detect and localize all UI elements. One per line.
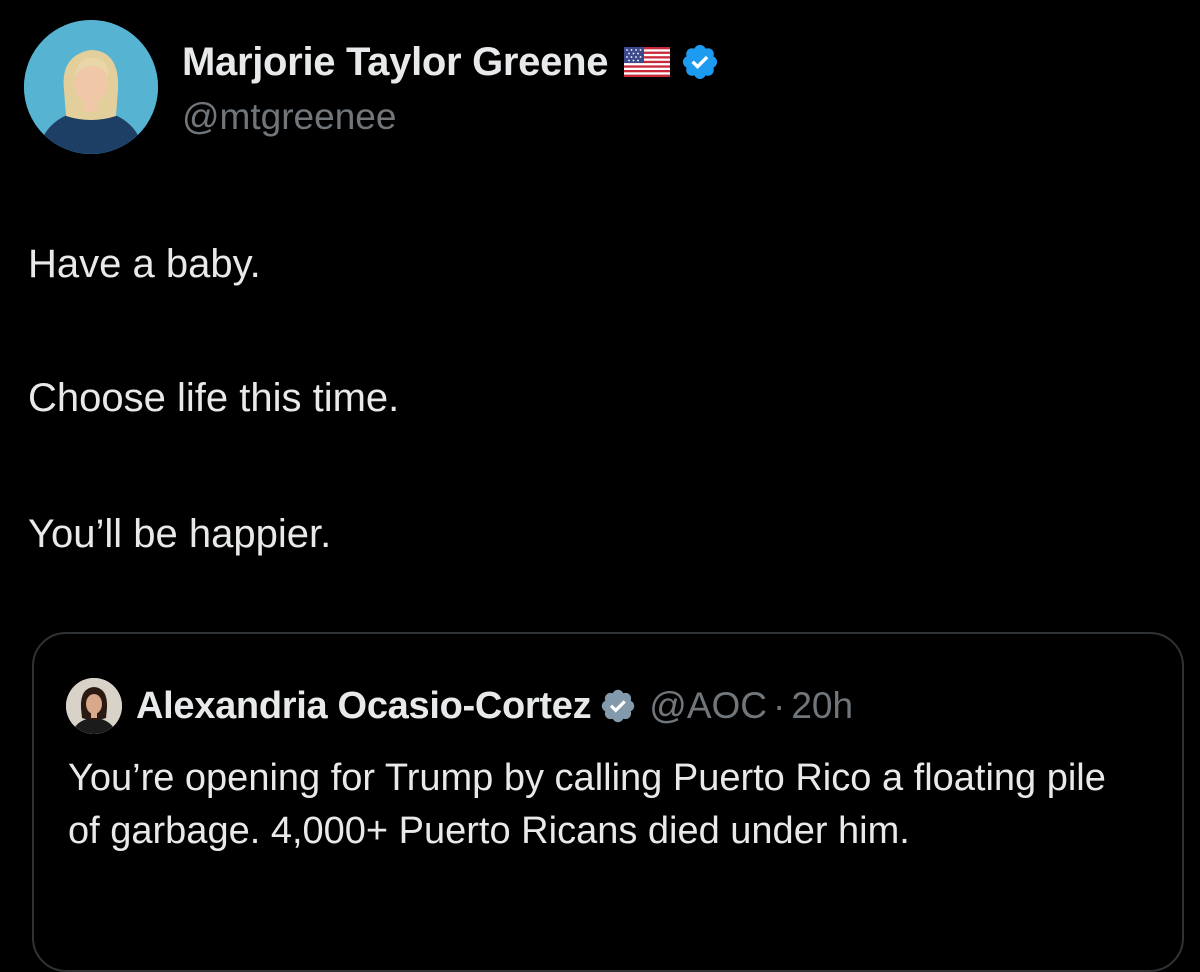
author-handle[interactable]: @mtgreenee bbox=[182, 96, 396, 138]
quoted-author-handle[interactable]: @AOC bbox=[649, 685, 767, 727]
author-display-name[interactable]: Marjorie Taylor Greene bbox=[182, 40, 608, 85]
author-name-row: Marjorie Taylor Greene bbox=[182, 38, 720, 86]
tweet-body-line: Have a baby. bbox=[28, 242, 261, 286]
verified-badge-icon[interactable] bbox=[680, 42, 720, 82]
quoted-tweet-card[interactable]: Alexandria Ocasio-Cortez @AOC · 20h You’… bbox=[32, 632, 1184, 972]
author-avatar[interactable] bbox=[24, 20, 158, 154]
tweet-body-line: Choose life this time. bbox=[28, 376, 400, 420]
quoted-author-avatar[interactable] bbox=[66, 678, 122, 734]
avatar-image bbox=[24, 20, 158, 154]
avatar-image bbox=[66, 678, 122, 734]
tweet-body-line: You’ll be happier. bbox=[28, 512, 332, 556]
us-flag-icon bbox=[624, 47, 671, 77]
quoted-tweet-timestamp[interactable]: 20h bbox=[791, 685, 853, 727]
tweet: Marjorie Taylor Greene @mtgreenee Have a… bbox=[0, 0, 1200, 972]
meta-separator: · bbox=[773, 685, 786, 726]
quoted-author-display-name[interactable]: Alexandria Ocasio-Cortez bbox=[136, 685, 592, 728]
quoted-tweet-header: Alexandria Ocasio-Cortez @AOC · 20h bbox=[66, 678, 853, 734]
verified-badge-icon[interactable] bbox=[599, 687, 637, 725]
quoted-tweet-text: You’re opening for Trump by calling Puer… bbox=[68, 757, 1106, 852]
